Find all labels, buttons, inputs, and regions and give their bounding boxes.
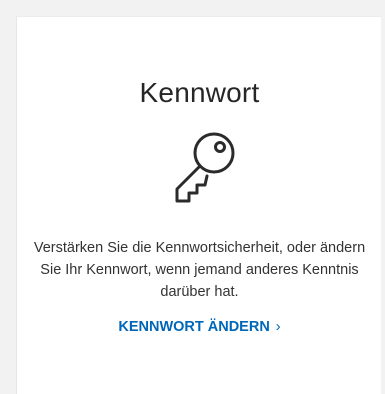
key-icon (167, 127, 239, 211)
change-password-label: KENNWORT ÄNDERN (118, 319, 270, 335)
page: Kennwort Verstärken Sie die Kennwortsich… (0, 0, 385, 394)
change-password-link[interactable]: KENNWORT ÄNDERN › (17, 319, 382, 335)
chevron-right-icon: › (275, 319, 281, 335)
card-title: Kennwort (139, 77, 260, 108)
password-card: Kennwort Verstärken Sie die Kennwortsich… (16, 16, 381, 394)
card-description: Verstärken Sie die Kennwortsicherheit, o… (33, 240, 366, 300)
